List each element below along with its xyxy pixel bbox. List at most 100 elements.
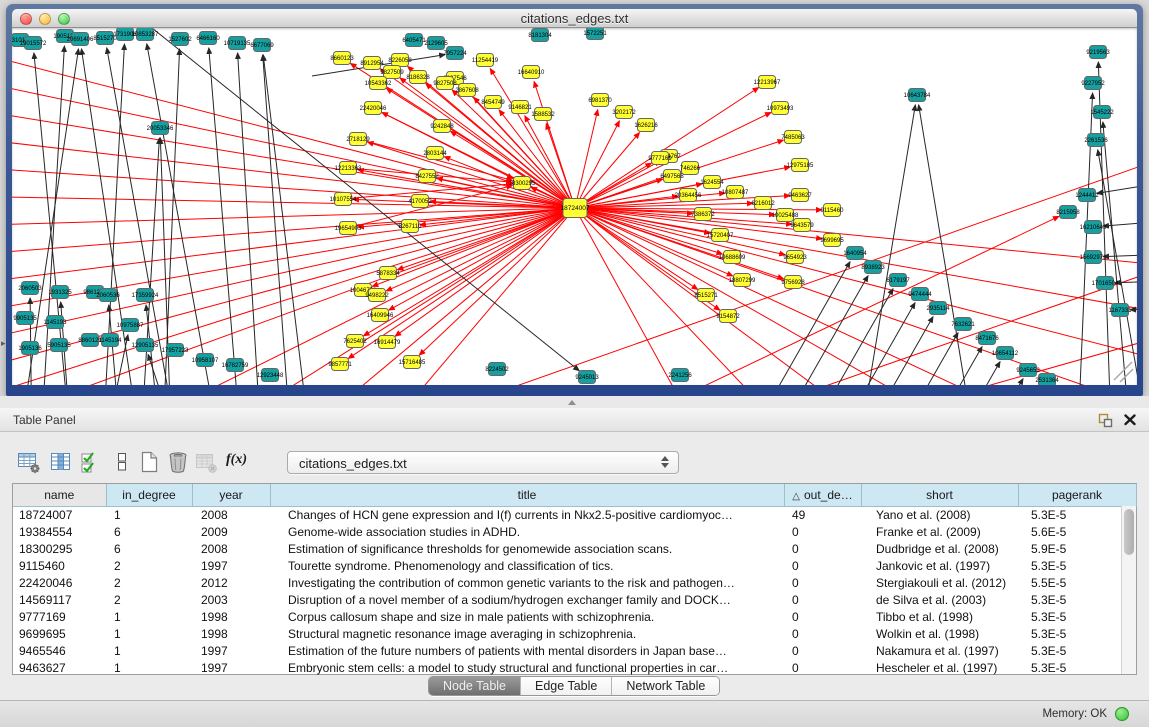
graph-node[interactable]: 12213967: [754, 76, 781, 89]
west-panel-toggle-icon[interactable]: ▸: [1, 338, 6, 349]
table-cell[interactable]: 5.3E-5: [1018, 608, 1136, 625]
graph-node[interactable]: 2867608: [455, 84, 479, 97]
graph-node[interactable]: 7957224: [443, 47, 467, 60]
tab-edge-table[interactable]: Edge Table: [521, 677, 612, 695]
table-cell[interactable]: 9465546: [13, 642, 106, 659]
table-cell[interactable]: 1: [106, 608, 192, 625]
graph-node[interactable]: 1167331: [1109, 304, 1133, 317]
graph-node[interactable]: 7632621: [951, 318, 975, 331]
table-cell[interactable]: Changes of HCN gene expression and I(f) …: [270, 506, 784, 523]
table-cell[interactable]: 0: [784, 557, 861, 574]
table-row[interactable]: 2242004622012Investigating the contribut…: [13, 574, 1136, 591]
graph-node[interactable]: 9857771: [328, 358, 352, 371]
graph-node[interactable]: 12905135: [132, 339, 159, 352]
graph-node[interactable]: 8186328: [406, 71, 430, 84]
graph-node[interactable]: 7485063: [781, 131, 805, 144]
table-vertical-scrollbar[interactable]: [1121, 506, 1136, 674]
graph-node[interactable]: 9654923: [783, 251, 807, 264]
graph-node[interactable]: 7386372: [691, 208, 715, 221]
graph-node[interactable]: 10643784: [904, 89, 931, 102]
table-cell[interactable]: Franke et al. (2009): [861, 523, 1018, 540]
column-header-out_de[interactable]: △out_de…: [784, 484, 861, 506]
tab-network-table[interactable]: Network Table: [612, 677, 719, 695]
column-header-pagerank[interactable]: pagerank: [1018, 484, 1136, 506]
table-cell[interactable]: Estimation of the future numbers of pati…: [270, 642, 784, 659]
table-cell[interactable]: 5.3E-5: [1018, 557, 1136, 574]
delete-table-icon[interactable]: [194, 450, 218, 474]
graph-node[interactable]: 2531364: [1035, 374, 1059, 386]
graph-node[interactable]: 9777169: [648, 152, 672, 165]
show-columns-icon[interactable]: [49, 450, 73, 474]
graph-node[interactable]: 10688609: [719, 251, 746, 264]
table-row[interactable]: 946554611997Estimation of the future num…: [13, 642, 1136, 659]
function-builder-icon[interactable]: f(x): [226, 452, 250, 476]
graph-node[interactable]: 16210643: [1080, 221, 1107, 234]
table-cell[interactable]: 6: [106, 523, 192, 540]
table-cell[interactable]: Stergiakouli et al. (2012): [861, 574, 1018, 591]
graph-node[interactable]: 1545222: [1090, 106, 1114, 119]
graph-node[interactable]: 1640954: [843, 247, 867, 260]
column-header-year[interactable]: year: [192, 484, 270, 506]
graph-node[interactable]: 11254419: [472, 54, 499, 67]
graph-node[interactable]: 9146821: [508, 101, 532, 114]
graph-node[interactable]: 9245013: [575, 371, 599, 384]
table-cell[interactable]: 6: [106, 540, 192, 557]
table-row[interactable]: 1872400712008Changes of HCN gene express…: [13, 506, 1136, 523]
graph-node[interactable]: 1572251: [583, 28, 607, 40]
table-cell[interactable]: Investigating the contribution of common…: [270, 574, 784, 591]
table-cell[interactable]: 19384554: [13, 523, 106, 540]
graph-node[interactable]: 9463627: [788, 189, 812, 202]
table-cell[interactable]: Nakamura et al. (1997): [861, 642, 1018, 659]
graph-node[interactable]: 10719135: [224, 37, 251, 50]
table-selector-dropdown[interactable]: citations_edges.txt: [287, 451, 679, 474]
select-columns-icon[interactable]: [79, 450, 103, 474]
table-cell[interactable]: 2008: [192, 506, 270, 523]
table-cell[interactable]: Genome-wide association studies in ADHD.: [270, 523, 784, 540]
table-cell[interactable]: Disruption of a novel member of a sodium…: [270, 591, 784, 608]
table-cell[interactable]: 1998: [192, 625, 270, 642]
table-row[interactable]: 911546021997Tourette syndrome. Phenomeno…: [13, 557, 1136, 574]
table-cell[interactable]: 9699695: [13, 625, 106, 642]
column-header-name[interactable]: name: [13, 484, 106, 506]
table-cell[interactable]: Yano et al. (2008): [861, 506, 1018, 523]
graph-node[interactable]: 9756928: [781, 276, 805, 289]
graph-node[interactable]: 8912954: [360, 57, 384, 70]
graph-node[interactable]: 1905136: [18, 342, 42, 355]
table-mode-icon[interactable]: [17, 450, 41, 474]
table-cell[interactable]: Hescheler et al. (1997): [861, 659, 1018, 676]
table-cell[interactable]: Tourette syndrome. Phenomenology and cla…: [270, 557, 784, 574]
table-cell[interactable]: 0: [784, 608, 861, 625]
graph-node[interactable]: 4170052: [408, 195, 432, 208]
graph-node[interactable]: 8215958: [1056, 206, 1080, 219]
table-cell[interactable]: 9115460: [13, 557, 106, 574]
graph-node[interactable]: 3202172: [612, 106, 636, 119]
graph-node[interactable]: 9219563: [1086, 46, 1110, 59]
graph-node[interactable]: 746266: [680, 162, 701, 175]
graph-node[interactable]: 15716485: [399, 356, 426, 369]
table-cell[interactable]: 2003: [192, 591, 270, 608]
table-cell[interactable]: Jankovic et al. (1997): [861, 557, 1018, 574]
graph-node[interactable]: 1527602: [168, 33, 192, 46]
graph-node[interactable]: 9699695: [820, 234, 844, 247]
table-cell[interactable]: Corpus callosum shape and size in male p…: [270, 608, 784, 625]
graph-node[interactable]: 9245652: [1016, 364, 1040, 377]
graph-node[interactable]: 2803144: [423, 147, 447, 160]
table-row[interactable]: 1938455462009Genome-wide association stu…: [13, 523, 1136, 540]
graph-node[interactable]: 2935114: [927, 302, 951, 315]
table-cell[interactable]: 2009: [192, 523, 270, 540]
graph-node[interactable]: 10975887: [117, 319, 144, 332]
graph-node[interactable]: 8226058: [388, 54, 412, 67]
table-cell[interactable]: 2008: [192, 540, 270, 557]
table-cell[interactable]: 9463627: [13, 659, 106, 676]
table-cell[interactable]: 2012: [192, 574, 270, 591]
table-cell[interactable]: 14569117: [13, 591, 106, 608]
graph-node[interactable]: 10958107: [192, 354, 219, 367]
table-cell[interactable]: 5.3E-5: [1018, 591, 1136, 608]
table-row[interactable]: 1830029562008Estimation of significance …: [13, 540, 1136, 557]
table-cell[interactable]: 0: [784, 540, 861, 557]
graph-node[interactable]: 12923448: [257, 369, 284, 382]
graph-node[interactable]: 9242848: [430, 120, 454, 133]
table-cell[interactable]: 1997: [192, 642, 270, 659]
delete-column-icon[interactable]: [166, 450, 190, 474]
table-cell[interactable]: 0: [784, 659, 861, 676]
